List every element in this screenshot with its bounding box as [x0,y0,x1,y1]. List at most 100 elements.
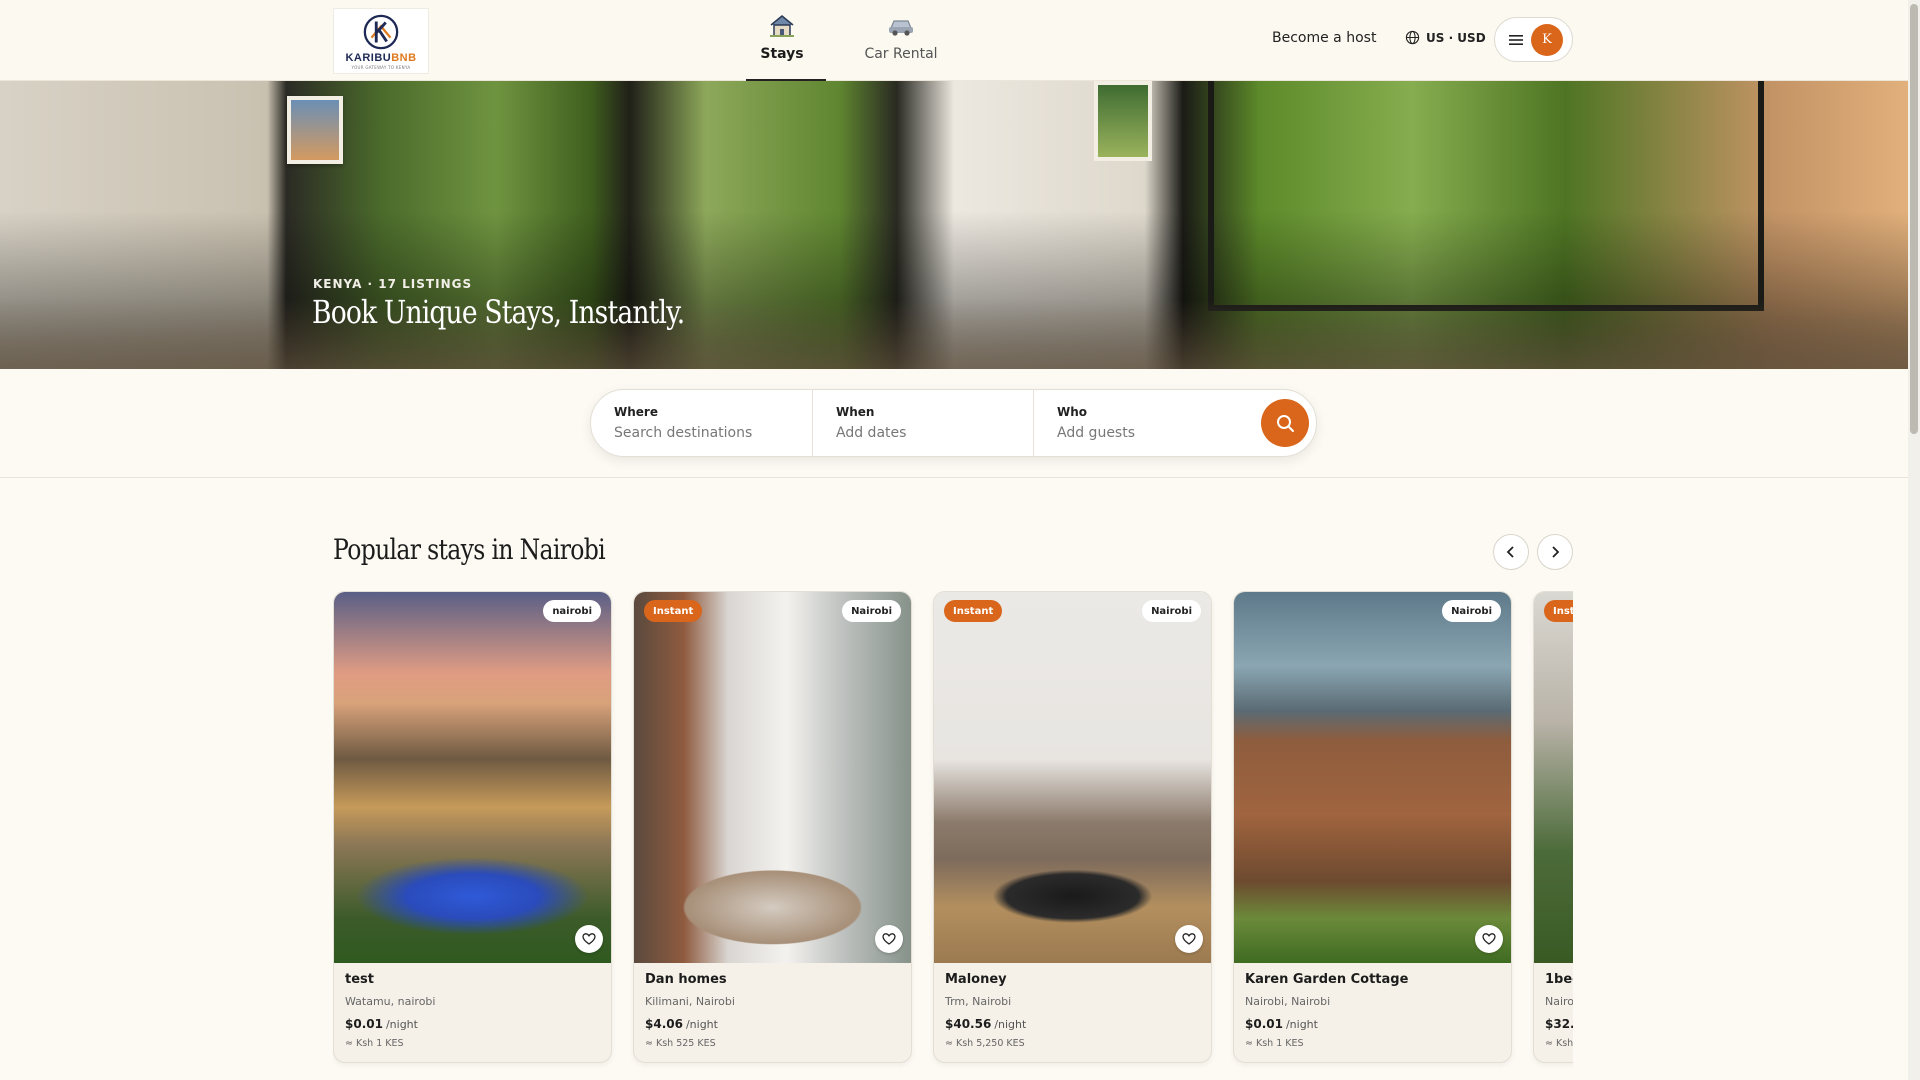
listing-details: 1bed Nairo $32.4 ≈ Ksh [1545,972,1573,1049]
listing-name: Dan homes [645,972,727,987]
instant-badge: Instant [644,600,703,622]
price-usd: $4.06 [645,1017,683,1031]
price-unit: /night [385,1018,418,1031]
car-icon [889,20,913,36]
carousel-prev-button[interactable] [1493,534,1529,570]
search-button[interactable] [1261,399,1309,447]
search-who-field[interactable]: Who Add guests [1033,390,1263,456]
instant-badge: Inst [1544,600,1573,622]
locale-currency-selector[interactable]: US · USD [1405,30,1486,45]
hero-wall-painting-2 [1094,81,1152,161]
listing-photo [1534,592,1573,963]
search-where-label: Where [614,405,658,419]
price-kes: ≈ Ksh 525 KES [645,1038,716,1049]
globe-icon [1405,30,1420,45]
price-usd: $32.4 [1545,1017,1573,1031]
become-host-link[interactable]: Become a host [1272,30,1376,46]
favorite-button[interactable] [1475,925,1503,953]
city-badge: Nairobi [1442,600,1501,622]
logo-tagline: YOUR GATEWAY TO KENYA [351,64,411,70]
search-where-placeholder: Search destinations [614,425,753,441]
listing-card[interactable]: nairobi test Watamu, nairobi $0.01/night… [333,591,612,1063]
locale-label: US · USD [1426,30,1486,45]
top-header: KARIBUBNB YOUR GATEWAY TO KENYA Stays Ca… [0,0,1908,81]
price-usd: $0.01 [345,1017,383,1031]
listing-location: Watamu, nairobi [345,995,436,1008]
heart-icon [1182,933,1196,945]
city-badge: nairobi [543,600,601,622]
search-when-placeholder: Add dates [836,425,907,441]
hero-kicker: KENYA · 17 LISTINGS [313,277,473,291]
listing-name: Karen Garden Cottage [1245,972,1409,987]
instant-badge: Instant [944,600,1003,622]
nav-label-stays: Stays [760,46,804,62]
price-unit: /night [1285,1018,1318,1031]
listing-carousel: nairobi test Watamu, nairobi $0.01/night… [333,591,1573,1071]
search-when-field[interactable]: When Add dates [812,390,1033,456]
logo-wordmark: KARIBUBNB [345,51,417,64]
page-scrollbar-thumb[interactable] [1910,4,1918,434]
heart-icon [582,933,596,945]
chevron-left-icon [1506,546,1514,558]
section-title: Popular stays in Nairobi [333,533,606,566]
listing-details: Maloney Trm, Nairobi $40.56/night ≈ Ksh … [945,972,1203,1049]
price-usd: $40.56 [945,1017,992,1031]
favorite-button[interactable] [1175,925,1203,953]
listing-photo [1234,592,1511,963]
price-unit: /night [685,1018,718,1031]
listing-price: $0.01/night [1245,1017,1503,1031]
listing-location: Nairo [1545,995,1573,1008]
listing-price: $4.06/night [645,1017,903,1031]
listing-location: Kilimani, Nairobi [645,995,735,1008]
heart-icon [882,933,896,945]
chevron-right-icon [1552,546,1560,558]
listing-name: 1bed [1545,972,1573,987]
listing-card[interactable]: Inst 1bed Nairo $32.4 ≈ Ksh [1533,591,1573,1063]
city-badge: Nairobi [1142,600,1201,622]
hamburger-menu-icon [1509,34,1523,45]
nav-tab-car-rental[interactable]: Car Rental [846,14,956,62]
user-menu-button[interactable]: K [1494,17,1573,62]
search-where-field[interactable]: Where Search destinations [591,390,812,456]
hero-wall-painting [287,96,343,164]
hero-window-frame [1208,81,1764,311]
listing-card[interactable]: Instant Nairobi Maloney Trm, Nairobi $40… [933,591,1212,1063]
logo-mark-icon [363,14,399,49]
price-kes: ≈ Ksh [1545,1038,1573,1049]
favorite-button[interactable] [875,925,903,953]
price-unit: /night [994,1018,1027,1031]
nav-tab-stays[interactable]: Stays [757,14,807,62]
search-bar: Where Search destinations When Add dates… [590,389,1317,457]
listing-details: Dan homes Kilimani, Nairobi $4.06/night … [645,972,903,1049]
section-divider [0,477,1908,478]
listing-photo [334,592,611,963]
listing-location: Trm, Nairobi [945,995,1012,1008]
hero-title: Book Unique Stays, Instantly. [312,293,685,331]
favorite-button[interactable] [575,925,603,953]
price-kes: ≈ Ksh 1 KES [1245,1038,1304,1049]
heart-icon [1482,933,1496,945]
price-usd: $0.01 [1245,1017,1283,1031]
listing-photo [634,592,911,963]
nav-label-car-rental: Car Rental [864,46,938,62]
city-badge: Nairobi [842,600,901,622]
listing-card[interactable]: Instant Nairobi Dan homes Kilimani, Nair… [633,591,912,1063]
listing-name: test [345,972,374,987]
listing-details: Karen Garden Cottage Nairobi, Nairobi $0… [1245,972,1503,1049]
listing-card[interactable]: Nairobi Karen Garden Cottage Nairobi, Na… [1233,591,1512,1063]
hero-floor-shade [0,299,1908,369]
search-when-label: When [836,405,875,419]
search-who-label: Who [1057,405,1088,419]
search-who-placeholder: Add guests [1057,425,1136,441]
karibubnb-logo[interactable]: KARIBUBNB YOUR GATEWAY TO KENYA [333,8,429,74]
listing-details: test Watamu, nairobi $0.01/night ≈ Ksh 1… [345,972,603,1049]
listing-location: Nairobi, Nairobi [1245,995,1331,1008]
search-icon [1277,415,1294,432]
listing-price: $32.4 [1545,1017,1573,1031]
listing-name: Maloney [945,972,1007,987]
listing-price: $40.56/night [945,1017,1203,1031]
carousel-next-button[interactable] [1537,534,1573,570]
house-icon [770,15,794,37]
price-kes: ≈ Ksh 5,250 KES [945,1038,1025,1049]
hero-banner: KENYA · 17 LISTINGS Book Unique Stays, I… [0,81,1908,369]
